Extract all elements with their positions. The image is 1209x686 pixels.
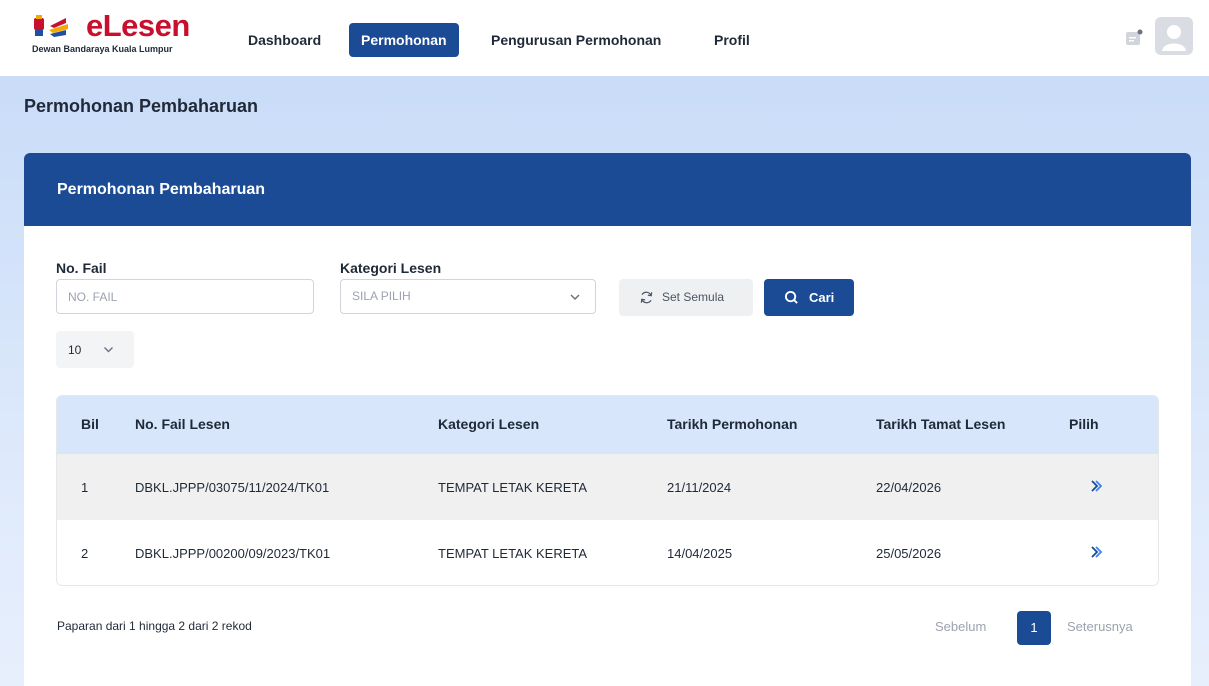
- select-row-chevrons-icon[interactable]: [1089, 478, 1105, 494]
- records-summary: Paparan dari 1 hingga 2 dari 2 rekod: [57, 619, 252, 633]
- pagination-page-1[interactable]: 1: [1017, 611, 1051, 645]
- brand-logo[interactable]: eLesen Dewan Bandaraya Kuala Lumpur: [32, 8, 212, 62]
- renewal-table: Bil No. Fail Lesen Kategori Lesen Tarikh…: [56, 395, 1159, 586]
- kategori-lesen-placeholder: SILA PILIH: [352, 289, 411, 303]
- kategori-lesen-select[interactable]: SILA PILIH: [340, 279, 596, 314]
- cell-kategori: TEMPAT LETAK KERETA: [438, 546, 588, 561]
- pagination-prev[interactable]: Sebelum: [935, 619, 986, 634]
- nav-profil[interactable]: Profil: [702, 23, 762, 57]
- cell-tarikh-tamat: 25/05/2026: [876, 546, 942, 561]
- table-header: Bil No. Fail Lesen Kategori Lesen Tarikh…: [57, 396, 1158, 454]
- no-fail-label: No. Fail: [56, 260, 107, 276]
- nav-permohonan[interactable]: Permohonan: [349, 23, 459, 57]
- kategori-lesen-label: Kategori Lesen: [340, 260, 442, 276]
- search-icon: [784, 290, 798, 304]
- chevron-down-icon: [104, 347, 113, 353]
- cell-tarikh-tamat: 22/04/2026: [876, 480, 942, 495]
- notification-icon[interactable]: [1124, 28, 1144, 48]
- nav-pengurusan-permohonan[interactable]: Pengurusan Permohonan: [479, 23, 673, 57]
- card-header: Permohonan Pembaharuan: [24, 153, 1191, 226]
- cell-tarikh-permohonan: 21/11/2024: [667, 480, 732, 495]
- col-tarikh-permohonan: Tarikh Permohonan: [667, 416, 798, 432]
- col-kategori-lesen: Kategori Lesen: [438, 416, 540, 432]
- page-size-select[interactable]: 10: [56, 331, 134, 368]
- cell-no-fail: DBKL.JPPP/00200/09/2023/TK01: [135, 546, 331, 561]
- refresh-icon: [640, 291, 653, 304]
- cell-bil: 1: [81, 480, 89, 495]
- renewal-card: Permohonan Pembaharuan No. Fail Kategori…: [24, 153, 1191, 686]
- col-no-fail-lesen: No. Fail Lesen: [135, 416, 230, 432]
- page-title: Permohonan Pembaharuan: [24, 96, 259, 116]
- page-size-value: 10: [68, 343, 82, 357]
- user-avatar[interactable]: [1155, 17, 1193, 55]
- search-button[interactable]: Cari: [764, 279, 854, 316]
- cell-kategori: TEMPAT LETAK KERETA: [438, 480, 588, 495]
- cell-tarikh-permohonan: 14/04/2025: [667, 546, 733, 561]
- col-tarikh-tamat-lesen: Tarikh Tamat Lesen: [876, 416, 1006, 432]
- cell-bil: 2: [81, 546, 89, 561]
- page-content: Permohonan Pembaharuan Permohonan Pembah…: [0, 76, 1209, 686]
- table-row: 2 DBKL.JPPP/00200/09/2023/TK01 TEMPAT LE…: [57, 520, 1158, 585]
- dbkl-crest-icon: [34, 15, 68, 37]
- reset-button-label: Set Semula: [662, 290, 725, 304]
- nav-dashboard[interactable]: Dashboard: [236, 23, 333, 57]
- col-bil: Bil: [81, 416, 99, 432]
- col-pilih: Pilih: [1069, 416, 1099, 432]
- user-avatar-icon: [1162, 25, 1186, 51]
- search-button-label: Cari: [809, 290, 835, 305]
- brand-name: eLesen: [86, 8, 190, 43]
- card-title: Permohonan Pembaharuan: [57, 181, 266, 198]
- reset-button[interactable]: Set Semula: [619, 279, 753, 316]
- cell-no-fail: DBKL.JPPP/03075/11/2024/TK01: [135, 480, 330, 495]
- table-row: 1 DBKL.JPPP/03075/11/2024/TK01 TEMPAT LE…: [57, 454, 1158, 520]
- pagination-next[interactable]: Seterusnya: [1067, 619, 1133, 634]
- chevron-down-icon: [570, 294, 580, 301]
- select-row-chevrons-icon[interactable]: [1089, 544, 1105, 560]
- top-navbar: eLesen Dewan Bandaraya Kuala Lumpur Dash…: [0, 0, 1209, 76]
- no-fail-input[interactable]: [56, 279, 314, 314]
- brand-subtitle: Dewan Bandaraya Kuala Lumpur: [32, 44, 173, 54]
